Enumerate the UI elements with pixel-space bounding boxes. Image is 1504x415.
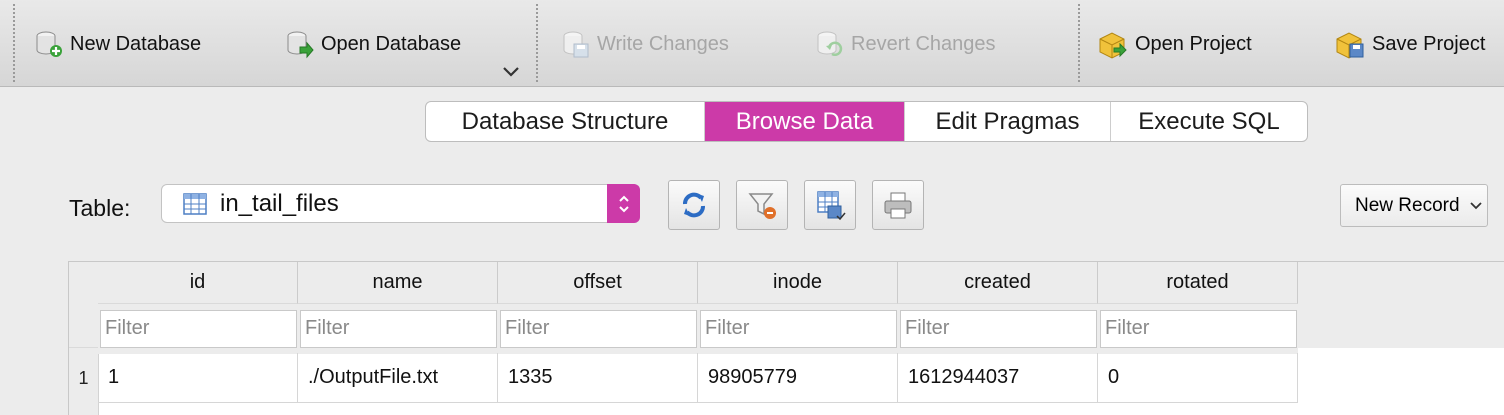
clear-filters-icon (748, 193, 776, 219)
export-icon (817, 191, 846, 221)
filter-input-inode[interactable]: Filter (700, 310, 897, 348)
table-cell-id[interactable]: 1 (98, 353, 298, 403)
column-header-created[interactable]: created (898, 262, 1098, 304)
table-select-value: in_tail_files (220, 189, 339, 217)
column-header-rotated[interactable]: rotated (1098, 262, 1298, 304)
toolbar-separator (13, 4, 15, 82)
open-database-label: Open Database (321, 32, 462, 55)
save-project-button[interactable]: Save Project (1334, 28, 1485, 60)
row-number[interactable]: 1 (69, 353, 98, 403)
new-record-label: New Record (1355, 194, 1460, 216)
table-cell-rotated[interactable]: 0 (1098, 353, 1298, 403)
table-icon (183, 192, 207, 215)
toolbar-separator (536, 4, 538, 82)
tab-database-structure[interactable]: Database Structure (426, 102, 705, 141)
column-header-id[interactable]: id (98, 262, 298, 304)
new-database-icon (36, 31, 62, 57)
filter-input-name[interactable]: Filter (300, 310, 497, 348)
print-button[interactable] (872, 180, 924, 230)
table-cell-offset[interactable]: 1335 (498, 353, 698, 403)
column-header-offset[interactable]: offset (498, 262, 698, 304)
new-database-button[interactable]: New Database (34, 28, 201, 60)
write-changes-button[interactable]: Write Changes (561, 28, 729, 60)
open-database-button[interactable]: Open Database (285, 28, 461, 60)
open-project-icon (1099, 32, 1127, 59)
main-toolbar: New Database Open Database Write Changes… (0, 0, 1504, 87)
table-label: Table: (69, 195, 131, 221)
open-project-label: Open Project (1135, 32, 1252, 55)
new-database-label: New Database (70, 32, 202, 55)
filter-input-id[interactable]: Filter (100, 310, 297, 348)
table-cell-inode[interactable]: 98905779 (698, 353, 898, 403)
table-cell-created[interactable]: 1612944037 (898, 353, 1098, 403)
filter-input-rotated[interactable]: Filter (1100, 310, 1297, 348)
toolbar-separator (1078, 4, 1080, 82)
open-project-button[interactable]: Open Project (1097, 28, 1252, 60)
tab-execute-sql[interactable]: Execute SQL (1111, 102, 1307, 141)
tab-edit-pragmas[interactable]: Edit Pragmas (905, 102, 1111, 141)
clear-filters-button[interactable] (736, 180, 788, 230)
corner-header[interactable] (69, 262, 98, 348)
chevron-down-icon[interactable] (500, 64, 522, 80)
revert-changes-icon (817, 31, 843, 56)
table-cell-name[interactable]: ./OutputFile.txt (298, 353, 498, 403)
table-select[interactable]: in_tail_files (161, 184, 640, 223)
write-changes-label: Write Changes (597, 32, 729, 55)
open-database-icon (287, 31, 314, 59)
column-header-inode[interactable]: inode (698, 262, 898, 304)
chevron-down-icon[interactable] (1469, 201, 1483, 211)
filter-input-created[interactable]: Filter (900, 310, 1097, 348)
revert-changes-label: Revert Changes (851, 32, 996, 55)
new-record-button[interactable]: New Record (1340, 184, 1488, 227)
select-arrows-icon[interactable] (607, 184, 640, 223)
print-icon (884, 192, 912, 219)
write-changes-icon (563, 31, 589, 58)
column-header-name[interactable]: name (298, 262, 498, 304)
filter-input-offset[interactable]: Filter (500, 310, 697, 348)
refresh-icon (683, 192, 705, 218)
main-tab-bar: Database Structure Browse Data Edit Prag… (425, 101, 1308, 142)
data-grid: id name offset inode created rotated Fil… (68, 261, 1504, 415)
save-project-icon (1336, 32, 1364, 59)
refresh-button[interactable] (668, 180, 720, 230)
save-project-label: Save Project (1372, 32, 1486, 55)
export-button[interactable] (804, 180, 856, 230)
revert-changes-button[interactable]: Revert Changes (815, 28, 996, 60)
header-filler (1298, 262, 1504, 348)
tab-browse-data[interactable]: Browse Data (705, 102, 905, 141)
